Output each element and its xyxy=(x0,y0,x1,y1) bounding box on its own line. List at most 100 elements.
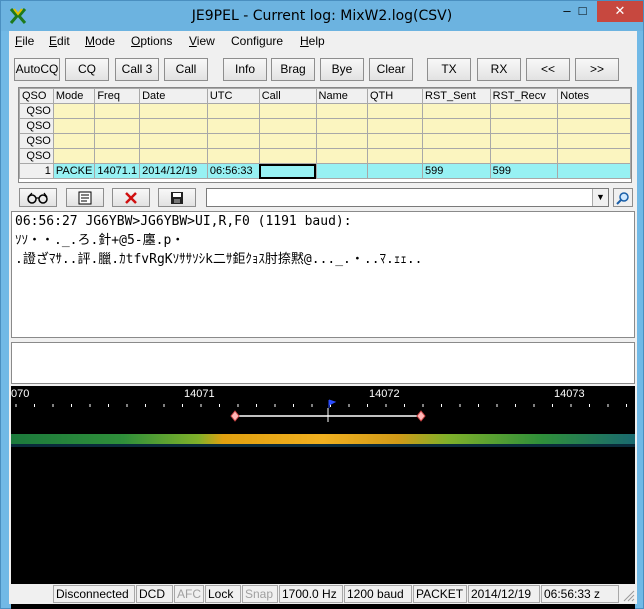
col-header-rst-recv[interactable]: RST_Recv xyxy=(489,88,559,104)
grid-cell[interactable] xyxy=(94,133,141,149)
status-lock[interactable]: Lock xyxy=(205,585,241,603)
menu-options[interactable]: Options xyxy=(131,34,172,48)
prev-button[interactable]: << xyxy=(526,58,570,81)
grid-cell[interactable] xyxy=(139,148,208,164)
grid-cell[interactable] xyxy=(366,133,424,149)
grid-cell[interactable] xyxy=(422,118,491,134)
grid-cell[interactable] xyxy=(315,118,368,134)
grid-cell[interactable] xyxy=(366,118,424,134)
grid-cell[interactable] xyxy=(94,103,141,119)
next-button[interactable]: >> xyxy=(575,58,619,81)
cell-notes[interactable] xyxy=(557,163,631,179)
grid-cell[interactable] xyxy=(52,148,96,164)
grid-cell[interactable] xyxy=(206,103,260,119)
grid-cell[interactable] xyxy=(422,133,491,149)
status-dcd[interactable]: DCD xyxy=(136,585,173,603)
table-row[interactable]: QSO xyxy=(19,118,631,134)
waterfall-display[interactable]: 070 14071 14072 14073 xyxy=(11,386,635,609)
col-header-rst-sent[interactable]: RST_Sent xyxy=(422,88,491,104)
chevron-down-icon[interactable]: ▼ xyxy=(592,189,608,206)
grid-cell[interactable] xyxy=(94,148,141,164)
tx-button[interactable]: TX xyxy=(427,58,471,81)
grid-cell[interactable] xyxy=(557,103,631,119)
rx-button[interactable]: RX xyxy=(477,58,521,81)
brag-button[interactable]: Brag xyxy=(271,58,315,81)
call3-button[interactable]: Call 3 xyxy=(115,58,159,81)
resize-grip-icon[interactable] xyxy=(621,588,635,602)
cell-mode[interactable]: PACKE xyxy=(52,163,96,179)
table-row-active[interactable]: 1 PACKE 14071.1 2014/12/19 06:56:33 599 … xyxy=(19,163,631,179)
status-afc[interactable]: AFC xyxy=(174,585,204,603)
grid-cell[interactable] xyxy=(315,103,368,119)
grid-cell[interactable] xyxy=(206,148,260,164)
status-connection[interactable]: Disconnected xyxy=(53,585,135,603)
col-header-mode[interactable]: Mode xyxy=(52,88,96,104)
autocq-button[interactable]: AutoCQ xyxy=(14,58,60,81)
grid-cell[interactable] xyxy=(52,103,96,119)
grid-cell[interactable] xyxy=(489,103,559,119)
cell-date[interactable]: 2014/12/19 xyxy=(139,163,208,179)
grid-cell[interactable] xyxy=(366,148,424,164)
grid-cell[interactable] xyxy=(52,133,96,149)
upper-edge-handle[interactable] xyxy=(416,410,426,422)
cell-qth[interactable] xyxy=(366,163,424,179)
clear-button[interactable]: Clear xyxy=(369,58,413,81)
col-header-date[interactable]: Date xyxy=(139,88,208,104)
find-callsign-button[interactable] xyxy=(19,188,57,207)
bye-button[interactable]: Bye xyxy=(320,58,364,81)
grid-cell[interactable] xyxy=(258,148,317,164)
delete-qso-button[interactable] xyxy=(112,188,150,207)
search-button[interactable] xyxy=(613,188,633,207)
title-bar[interactable]: JE9PEL - Current log: MixW2.log(CSV) – □… xyxy=(1,1,643,31)
grid-cell[interactable] xyxy=(489,118,559,134)
menu-help[interactable]: Help xyxy=(300,34,325,48)
cell-rst-recv[interactable]: 599 xyxy=(489,163,559,179)
grid-cell[interactable] xyxy=(557,148,631,164)
col-header-qth[interactable]: QTH xyxy=(366,88,424,104)
menu-configure[interactable]: Configure xyxy=(231,34,283,48)
status-baud[interactable]: 1200 baud xyxy=(344,585,412,603)
col-header-name[interactable]: Name xyxy=(315,88,368,104)
save-qso-button[interactable] xyxy=(158,188,196,207)
qso-log-grid[interactable]: QSO Mode Freq Date UTC Call Name QTH RST… xyxy=(18,87,632,183)
grid-cell[interactable] xyxy=(52,118,96,134)
grid-cell[interactable] xyxy=(139,133,208,149)
grid-cell[interactable] xyxy=(258,118,317,134)
col-header-qso[interactable]: QSO xyxy=(19,88,54,104)
col-header-utc[interactable]: UTC xyxy=(206,88,260,104)
col-header-freq[interactable]: Freq xyxy=(94,88,141,104)
grid-cell[interactable] xyxy=(139,118,208,134)
status-date[interactable]: 2014/12/19 xyxy=(468,585,540,603)
grid-cell[interactable] xyxy=(366,103,424,119)
col-header-notes[interactable]: Notes xyxy=(557,88,631,104)
grid-cell[interactable] xyxy=(258,103,317,119)
lower-edge-handle[interactable] xyxy=(230,410,240,422)
cell-freq[interactable]: 14071.1 xyxy=(94,163,141,179)
grid-cell[interactable] xyxy=(315,148,368,164)
col-header-call[interactable]: Call xyxy=(258,88,317,104)
grid-cell[interactable] xyxy=(557,133,631,149)
status-mode[interactable]: PACKET xyxy=(413,585,467,603)
table-row[interactable]: QSO xyxy=(19,103,631,119)
grid-cell[interactable] xyxy=(422,103,491,119)
maximize-button[interactable]: □ xyxy=(569,1,596,22)
grid-cell[interactable] xyxy=(315,133,368,149)
call-button[interactable]: Call xyxy=(164,58,208,81)
cq-button[interactable]: CQ xyxy=(65,58,109,81)
transmit-text-window[interactable] xyxy=(11,342,635,384)
grid-cell[interactable] xyxy=(139,103,208,119)
close-button[interactable]: ✕ xyxy=(597,1,643,22)
cell-utc[interactable]: 06:56:33 xyxy=(206,163,260,179)
menu-view[interactable]: View xyxy=(189,34,215,48)
grid-cell[interactable] xyxy=(258,133,317,149)
cell-rst-sent[interactable]: 599 xyxy=(422,163,491,179)
menu-edit[interactable]: Edit xyxy=(49,34,70,48)
table-row[interactable]: QSO xyxy=(19,148,631,164)
table-row[interactable]: QSO xyxy=(19,133,631,149)
receive-text-window[interactable]: 06:56:27 JG6YBW>JG6YBW>UI,R,F0 (1191 bau… xyxy=(11,211,635,338)
notes-button[interactable] xyxy=(66,188,104,207)
info-button[interactable]: Info xyxy=(223,58,267,81)
grid-cell[interactable] xyxy=(94,118,141,134)
grid-cell[interactable] xyxy=(206,133,260,149)
status-snap[interactable]: Snap xyxy=(242,585,278,603)
